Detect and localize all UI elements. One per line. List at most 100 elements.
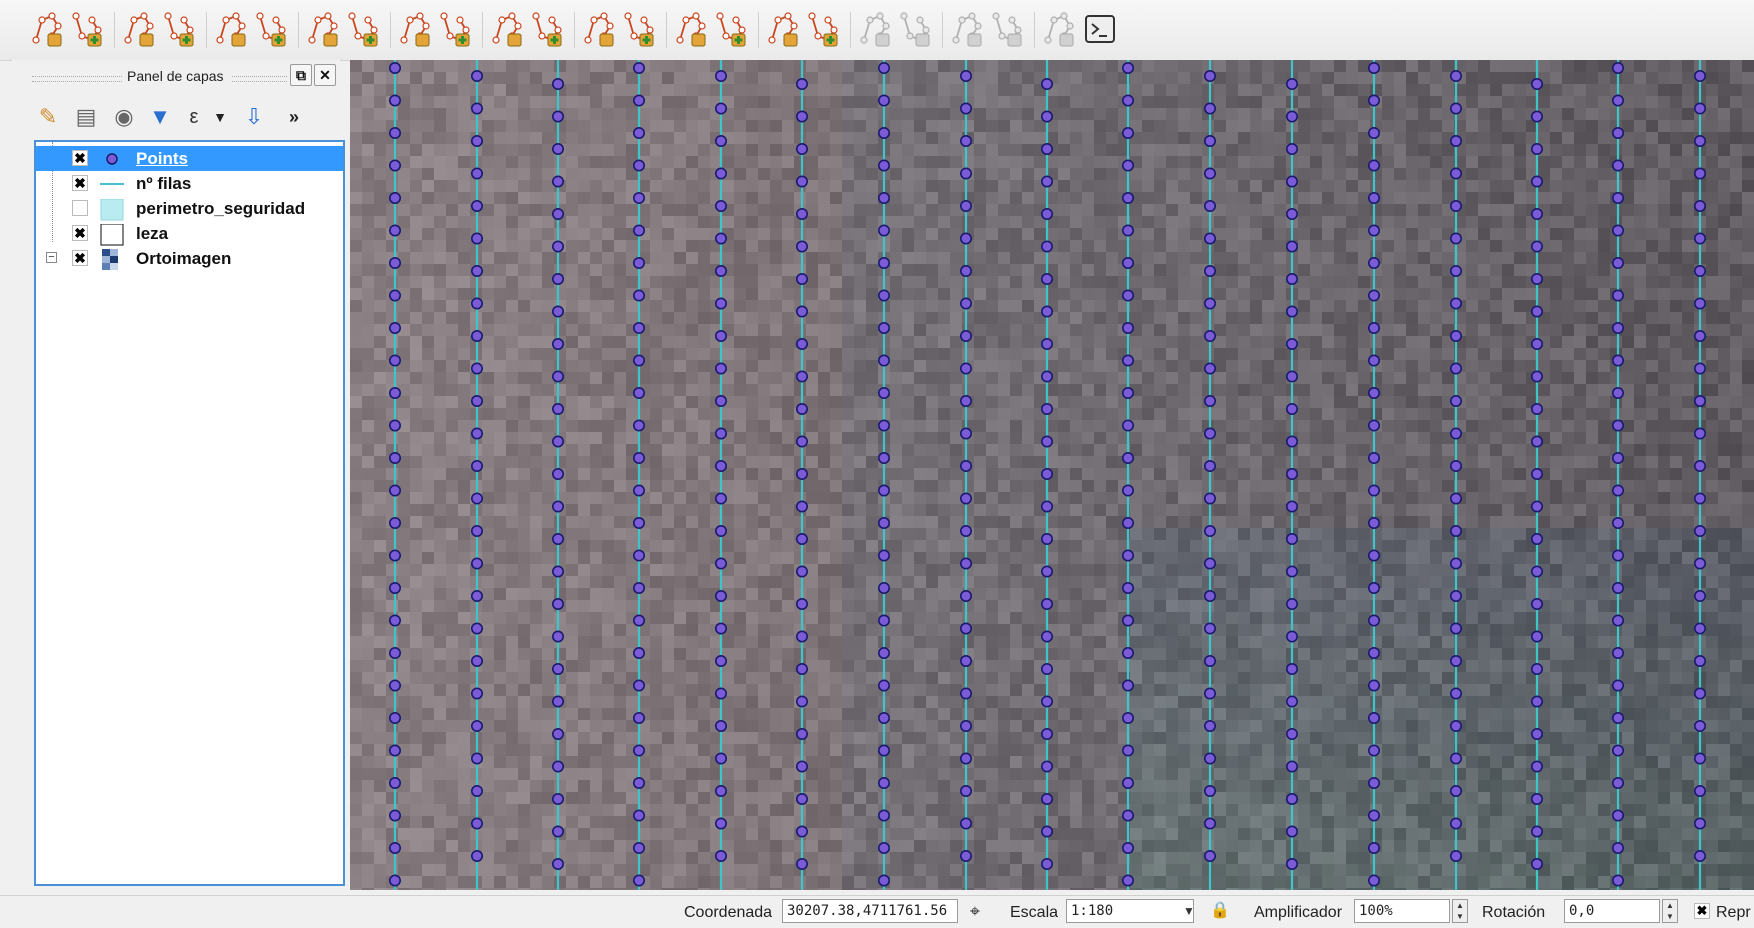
vine-point [1205, 201, 1215, 211]
vine-point [1532, 696, 1542, 706]
split-line-icon[interactable] [346, 10, 382, 50]
layer-row-perimetro[interactable]: perimetro_seguridad [36, 196, 343, 221]
add-group-icon[interactable]: ▤ [70, 100, 102, 134]
add-ring-icon[interactable] [582, 10, 618, 50]
layer-checkbox[interactable]: ✖ [72, 175, 88, 191]
reshape-icon[interactable] [214, 10, 250, 50]
vine-point [1287, 664, 1297, 674]
layer-row-points[interactable]: ✖ Points [36, 146, 343, 171]
add-part-icon[interactable] [806, 10, 842, 50]
offset-curve-icon[interactable] [254, 10, 290, 50]
lock-scale-icon[interactable]: 🔒 [1210, 900, 1228, 922]
vine-point [1369, 323, 1379, 333]
vine-point [716, 591, 726, 601]
scale-field[interactable]: 1:180 [1066, 899, 1194, 923]
map-canvas[interactable] [350, 60, 1754, 890]
filter-icon[interactable]: ▼ [144, 100, 176, 134]
add-line-icon[interactable] [162, 10, 198, 50]
simplify-icon[interactable] [306, 10, 342, 50]
layer-row-filas[interactable]: ✖ nº filas [36, 171, 343, 196]
vine-point [1695, 136, 1705, 146]
move-feature-icon[interactable] [674, 10, 710, 50]
collapse-icon[interactable]: − [46, 252, 57, 263]
vine-point [472, 558, 482, 568]
vine-point [1287, 339, 1297, 349]
layer-checkbox[interactable] [72, 200, 88, 216]
vine-point [472, 753, 482, 763]
fill-ring-icon[interactable] [622, 10, 658, 50]
vine-point [472, 233, 482, 243]
vine-point [472, 461, 482, 471]
rotation-field[interactable]: 0,0 [1564, 899, 1660, 923]
vine-point [553, 209, 563, 219]
vine-point [1532, 436, 1542, 446]
coordinate-toggle-icon[interactable]: ⌖ [966, 900, 984, 922]
node-tool-icon[interactable] [30, 10, 66, 50]
vine-point [1287, 274, 1297, 284]
split-features-icon[interactable] [122, 10, 158, 50]
layer-row-ortoimagen[interactable]: − ✖ Ortoimagen [36, 246, 343, 271]
merge-features-icon[interactable] [438, 10, 474, 50]
vine-point [1205, 786, 1215, 796]
layer-checkbox[interactable]: ✖ [72, 250, 88, 266]
vine-point [961, 266, 971, 276]
vine-point [1123, 258, 1133, 268]
scale-dropdown-icon[interactable]: ▼ [1180, 900, 1198, 922]
vine-point [634, 290, 644, 300]
vine-point [1369, 95, 1379, 105]
layer-checkbox[interactable]: ✖ [72, 150, 88, 166]
disabled-digitize-icon-2[interactable] [898, 10, 934, 50]
magnifier-field[interactable]: 100% [1354, 899, 1450, 923]
disabled-digitize-icon-4[interactable] [990, 10, 1026, 50]
vine-point [1042, 566, 1052, 576]
vine-point [390, 258, 400, 268]
rotation-spinner-icon[interactable]: ▲▼ [1662, 899, 1678, 923]
vine-point [634, 713, 644, 723]
vine-point [1123, 875, 1133, 885]
vine-point [961, 623, 971, 633]
vine-point [472, 168, 482, 178]
vine-point [1369, 225, 1379, 235]
delete-ring-icon[interactable] [766, 10, 802, 50]
vine-point [1532, 469, 1542, 479]
more-icon[interactable]: » [278, 100, 310, 134]
dropdown-icon[interactable]: ▼ [204, 100, 236, 134]
float-panel-button[interactable]: ⧉ [290, 64, 312, 86]
point-symbol-icon [100, 149, 124, 169]
close-panel-button[interactable]: ✕ [314, 64, 336, 86]
coordinate-field[interactable]: 30207.38,4711761.56 [782, 899, 958, 923]
vine-point [1369, 63, 1379, 73]
vine-point [1451, 851, 1461, 861]
render-checkbox[interactable]: ✖ [1694, 903, 1710, 919]
vine-point [553, 79, 563, 89]
vine-point [1613, 225, 1623, 235]
magnifier-spinner-icon[interactable]: ▲▼ [1452, 899, 1468, 923]
split-parts-icon[interactable] [714, 10, 750, 50]
vine-point [1369, 485, 1379, 495]
vine-point [1369, 193, 1379, 203]
expand-all-icon[interactable]: ⇩ [238, 100, 270, 134]
vine-point [1451, 688, 1461, 698]
vine-point [1451, 266, 1461, 276]
vine-point [716, 526, 726, 536]
label-tool-icon[interactable] [530, 10, 566, 50]
layer-row-leza[interactable]: ✖ leza [36, 221, 343, 246]
rotate-point-icon[interactable] [490, 10, 526, 50]
vine-point [634, 875, 644, 885]
python-console-icon[interactable] [1082, 10, 1118, 50]
disabled-digitize-icon-3[interactable] [950, 10, 986, 50]
visibility-eye-icon[interactable]: ◉ [108, 100, 140, 134]
disabled-digitize-icon-5[interactable] [1042, 10, 1078, 50]
vine-point [1042, 469, 1052, 479]
vine-point [879, 680, 889, 690]
layer-checkbox[interactable]: ✖ [72, 225, 88, 241]
disabled-digitize-icon-1[interactable] [858, 10, 894, 50]
style-icon[interactable]: ✎ [32, 100, 64, 134]
vine-point [1451, 233, 1461, 243]
vine-point [634, 843, 644, 853]
delete-part-icon[interactable] [398, 10, 434, 50]
add-node-icon[interactable] [70, 10, 106, 50]
vine-point [1205, 851, 1215, 861]
vine-point [1042, 859, 1052, 869]
vine-point [961, 331, 971, 341]
